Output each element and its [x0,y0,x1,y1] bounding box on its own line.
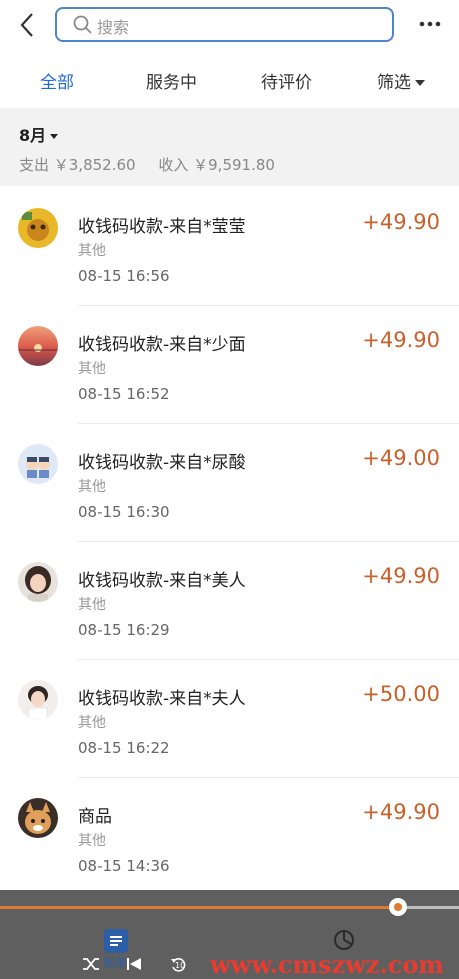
transaction-title: 收钱码收款-来自*少面 [78,335,246,355]
transaction-title: 商品 [78,807,112,827]
transaction-amount: +49.90 [362,564,440,588]
watermark-text: www.cmszwz.com [210,950,444,979]
yellow-avatar [18,208,58,248]
tab-all[interactable]: 全部 [40,68,74,93]
transaction-time: 08-15 16:52 [78,385,170,403]
tab-to-review[interactable]: 待评价 [261,68,312,93]
transaction-category: 其他 [78,715,106,731]
transaction-amount: +49.90 [362,328,440,352]
transaction-row[interactable]: 收钱码收款-来自*尿酸 其他 08-15 16:30 +49.00 [0,424,459,542]
sunset-avatar [18,326,58,366]
transaction-title: 收钱码收款-来自*美人 [78,571,246,591]
woman-avatar [18,680,58,720]
more-options-icon[interactable] [418,14,442,34]
cartoon-avatar [18,444,58,484]
transaction-amount: +49.90 [362,800,440,824]
transaction-category: 其他 [78,479,106,495]
expense-total: 支出 ￥3,852.60 [19,156,136,174]
back-arrow-icon[interactable] [16,10,40,40]
progress-knob[interactable] [389,898,407,916]
transaction-amount: +49.00 [362,446,440,470]
transaction-time: 08-15 16:30 [78,503,170,521]
bill-tab-icon[interactable] [104,929,128,953]
progress-fill [0,906,398,909]
transaction-row[interactable]: 收钱码收款-来自*少面 其他 08-15 16:52 +49.90 [0,306,459,424]
month-selector[interactable]: 8月 [19,122,59,146]
transaction-category: 其他 [78,597,106,613]
cat-avatar [18,798,58,838]
shuffle-icon[interactable] [82,956,100,976]
transaction-category: 其他 [78,833,106,849]
transaction-time: 08-15 16:22 [78,739,170,757]
transaction-title: 收钱码收款-来自*莹莹 [78,217,246,237]
transaction-row[interactable]: 商品 其他 08-15 14:36 +49.90 [0,778,459,896]
month-summary: 8月 支出 ￥3,852.60 收入 ￥9,591.80 [0,108,459,186]
search-icon [73,15,93,39]
transaction-time: 08-15 16:56 [78,267,170,285]
replay-10-icon[interactable]: 10 [170,956,188,978]
dropdown-caret-icon [415,80,425,86]
search-input[interactable]: 搜索 [55,7,394,42]
bill-tab-label[interactable]: 账单 [103,954,127,971]
girl-avatar [18,562,58,602]
previous-icon[interactable] [126,956,142,976]
month-totals: 支出 ￥3,852.60 收入 ￥9,591.80 [19,154,293,175]
transaction-amount: +50.00 [362,682,440,706]
search-placeholder: 搜索 [97,18,130,37]
transaction-row[interactable]: 收钱码收款-来自*莹莹 其他 08-15 16:56 +49.90 [0,188,459,306]
transaction-title: 收钱码收款-来自*尿酸 [78,453,246,473]
transaction-amount: +49.90 [362,210,440,234]
replay-seconds: 10 [175,961,186,970]
transaction-time: 08-15 14:36 [78,857,170,875]
transaction-title: 收钱码收款-来自*夫人 [78,689,246,709]
tab-filter[interactable]: 筛选 [377,68,425,93]
month-caret-icon [50,134,59,139]
transaction-row[interactable]: 收钱码收款-来自*夫人 其他 08-15 16:22 +50.00 [0,660,459,778]
transaction-list: 收钱码收款-来自*莹莹 其他 08-15 16:56 +49.90 收钱码收款-… [0,188,459,896]
transaction-row[interactable]: 收钱码收款-来自*美人 其他 08-15 16:29 +49.90 [0,542,459,660]
filter-tabs: 全部 服务中 待评价 筛选 [0,55,459,105]
top-bar: 搜索 [0,0,459,50]
income-total: 收入 ￥9,591.80 [158,156,275,174]
transaction-category: 其他 [78,243,106,259]
tab-in-service[interactable]: 服务中 [146,68,197,93]
transaction-category: 其他 [78,361,106,377]
transaction-time: 08-15 16:29 [78,621,170,639]
